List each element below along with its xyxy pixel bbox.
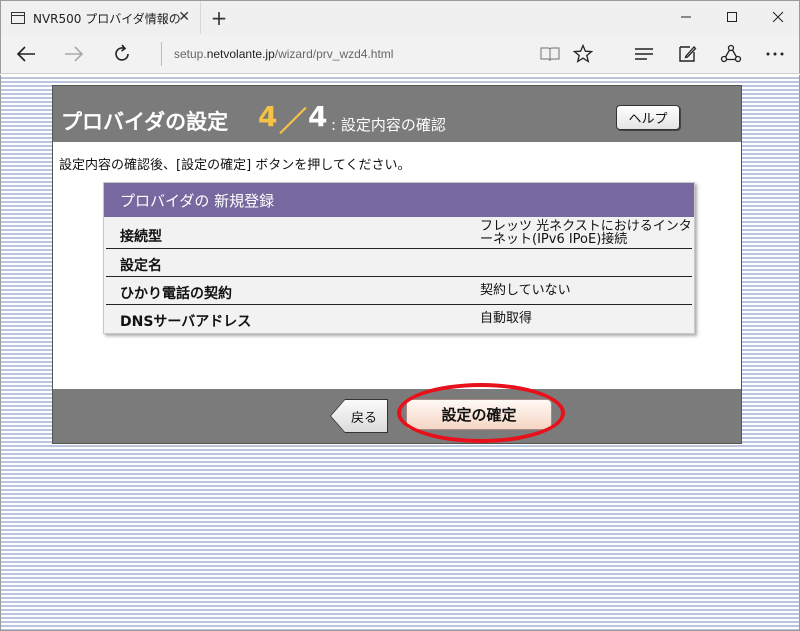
new-tab-icon[interactable]: + [208,6,230,30]
hub-icon [635,48,653,60]
browser-tab-bar: NVR500 プロバイダ情報の ✕ + [0,0,800,35]
url-path: /wizard/prv_wzd4.html [274,47,394,61]
back-button[interactable]: 戻る [331,400,387,432]
summary-row: 設定名 [106,249,692,277]
web-note-button[interactable] [672,40,702,68]
browser-tab[interactable]: NVR500 プロバイダ情報の ✕ [1,1,201,35]
page-title: プロバイダの設定 [61,110,229,134]
step-separator: ／ [279,105,308,138]
row-label: DNSサーバアドレス [120,314,252,330]
book-icon [540,47,560,62]
registration-summary: プロバイダの 新規登録 接続型 フレッツ 光ネクストにおけるインターネット(IP… [103,182,695,334]
registration-heading: プロバイダの 新規登録 [104,183,694,217]
more-button[interactable] [760,40,790,68]
more-icon [766,52,784,56]
close-window-button[interactable] [755,1,800,33]
refresh-button[interactable] [107,40,137,68]
row-label: 設定名 [120,258,162,274]
instruction-text: 設定内容の確認後、[設定の確定] ボタンを押してください。 [59,158,411,173]
maximize-button[interactable] [709,1,755,33]
share-icon [720,44,742,63]
step-current: 4 [258,100,278,133]
row-label: 接続型 [120,229,162,245]
note-icon [679,46,697,62]
summary-row: 接続型 フレッツ 光ネクストにおけるインターネット(IPv6 IPoE)接続 [106,217,692,249]
favorite-button[interactable] [568,40,598,68]
summary-row: ひかり電話の契約 契約していない [106,277,692,305]
address-bar[interactable]: setup. netvolante.jp/wizard/prv_wzd4.html [161,42,531,66]
wizard-header: プロバイダの設定 4 ／ 4 : 設定内容の確認 ヘルプ [53,86,741,142]
arrow-right-icon [65,46,84,62]
url-prefix: setup. [174,47,207,61]
page-background: プロバイダの設定 4 ／ 4 : 設定内容の確認 ヘルプ 設定内容の確認後、[設… [0,75,800,631]
back-nav-button[interactable] [11,40,41,68]
star-icon [573,44,593,63]
refresh-icon [115,44,129,61]
step-total: 4 [308,100,328,133]
minimize-icon [681,16,691,18]
wizard-footer: 戻る 設定の確定 [53,389,741,443]
tab-title: NVR500 プロバイダ情報の [33,11,181,26]
browser-nav-bar: setup. netvolante.jp/wizard/prv_wzd4.html [0,34,800,74]
row-label: ひかり電話の契約 [120,286,232,302]
reading-view-button[interactable] [535,40,565,68]
maximize-icon [727,12,737,22]
share-button[interactable] [716,40,746,68]
url-host: netvolante.jp [206,47,275,61]
wizard-panel: プロバイダの設定 4 ／ 4 : 設定内容の確認 ヘルプ 設定内容の確認後、[設… [52,85,742,444]
row-value: 自動取得 [480,311,533,326]
hub-button[interactable] [629,40,659,68]
minimize-button[interactable] [663,1,709,33]
arrow-left-icon [16,46,35,62]
row-value: 契約していない [480,283,571,298]
confirm-settings-button[interactable]: 設定の確定 [406,399,552,430]
summary-row: DNSサーバアドレス 自動取得 [106,305,692,333]
page-icon [11,12,25,24]
help-button[interactable]: ヘルプ [616,105,680,130]
forward-nav-button[interactable] [59,40,89,68]
page-subtitle: : 設定内容の確認 [331,116,446,134]
close-icon [772,11,784,23]
row-value: フレッツ 光ネクストにおけるインターネット(IPv6 IPoE)接続 [480,219,692,247]
close-tab-icon[interactable]: ✕ [178,9,190,25]
